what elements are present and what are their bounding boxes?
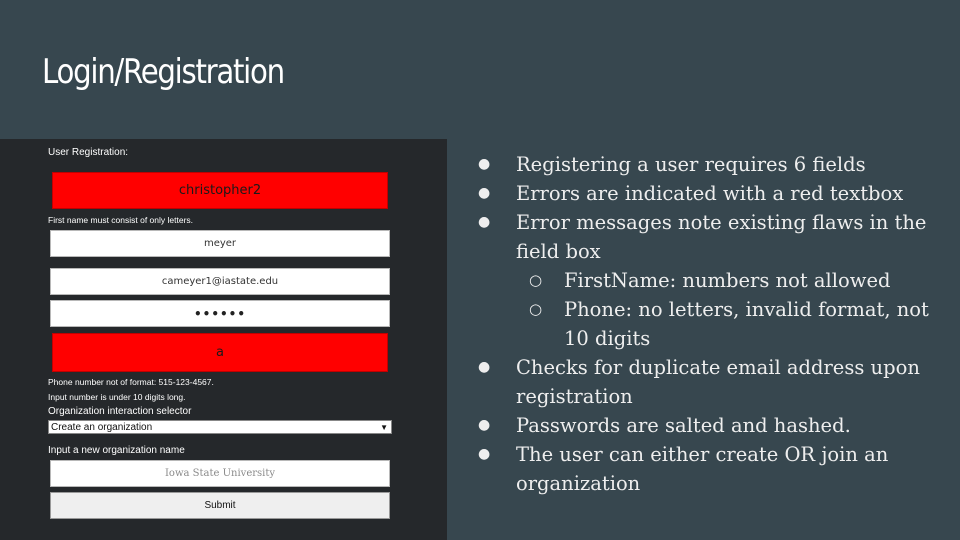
list-item: ● Passwords are salted and hashed. [478, 411, 948, 440]
list-item: ● The user can either create OR join an o… [478, 440, 948, 498]
first-name-error-message: First name must consist of only letters. [48, 215, 194, 225]
chevron-down-icon: ▼ [380, 422, 388, 432]
hollow-bullet-icon: ○ [529, 300, 543, 318]
password-mask: •••••• [193, 306, 247, 321]
bullet-dot-icon: ● [478, 446, 491, 462]
registration-form-screenshot: User Registration: christopher2 First na… [0, 139, 447, 540]
page-title: Login/Registration [42, 52, 285, 92]
list-item: ● Error messages note existing flaws in t… [478, 208, 948, 353]
submit-button[interactable]: Submit [50, 492, 390, 519]
org-selector-value: Create an organization [51, 421, 153, 433]
bullet-dot-icon: ● [478, 359, 491, 375]
new-org-label: Input a new organization name [48, 445, 185, 456]
form-heading: User Registration: [48, 147, 129, 158]
email-field[interactable]: cameyer1@iastate.edu [50, 268, 390, 295]
org-selector-dropdown[interactable]: Create an organization ▼ [48, 420, 392, 434]
list-item: ● Errors are indicated with a red textbox [478, 179, 948, 208]
list-item: ● Registering a user requires 6 fields [478, 150, 948, 179]
bullet-dot-icon: ● [478, 156, 491, 172]
phone-field[interactable]: a [52, 333, 388, 372]
last-name-field[interactable]: meyer [50, 230, 390, 257]
new-org-name-input[interactable]: Iowa State University [50, 460, 390, 487]
list-item: ● Checks for duplicate email address upon… [478, 353, 948, 411]
password-field[interactable]: •••••• [50, 300, 390, 327]
sub-bullet-list: ○ FirstName: numbers not allowed ○ Phone: … [516, 266, 948, 353]
bullet-dot-icon: ● [478, 214, 491, 230]
first-name-field[interactable]: christopher2 [52, 172, 388, 209]
list-item: ○ Phone: no letters, invalid format, not … [516, 295, 948, 353]
phone-length-error-message: Input number is under 10 digits long. [48, 392, 186, 402]
feature-bullet-list: ● Registering a user requires 6 fields ● E… [478, 150, 948, 498]
bullet-dot-icon: ● [478, 185, 491, 201]
hollow-bullet-icon: ○ [529, 271, 543, 289]
list-item: ○ FirstName: numbers not allowed [516, 266, 948, 295]
org-selector-label: Organization interaction selector [48, 406, 192, 417]
phone-format-error-message: Phone number not of format: 515-123-4567… [48, 377, 214, 387]
bullet-dot-icon: ● [478, 417, 491, 433]
